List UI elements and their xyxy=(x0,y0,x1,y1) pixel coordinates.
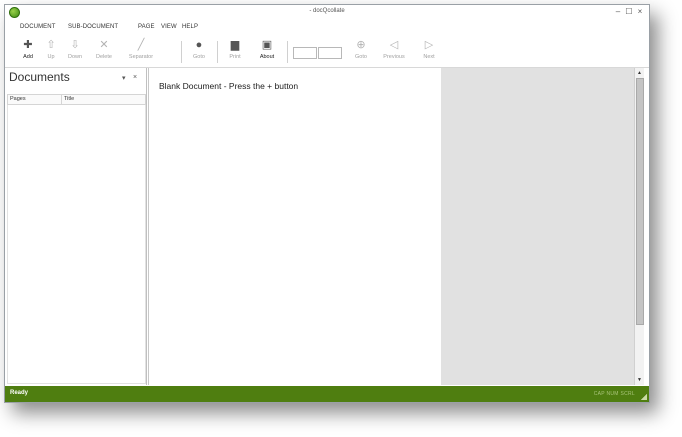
toolbar: ✚ Add ⇧ Up ⇩ Down ✕ Delete ╱ Separator ●… xyxy=(5,35,649,68)
toolbar-divider xyxy=(287,41,288,63)
goto-icon: ● xyxy=(195,39,203,51)
title-bar: - docQcollate – ☐ × xyxy=(5,5,649,21)
app-window: - docQcollate – ☐ × DOCUMENT SUB-DOCUMEN… xyxy=(4,4,650,403)
documents-panel: Documents ▾ × Pages Title xyxy=(5,68,147,385)
status-bar: Ready CAP NUM SCRL xyxy=(5,386,649,402)
delete-icon: ✕ xyxy=(99,39,109,51)
scrollbar-thumb[interactable] xyxy=(636,78,644,325)
document-view-background xyxy=(441,68,634,385)
maximize-button[interactable]: ☐ xyxy=(624,7,634,16)
resize-grip-icon[interactable] xyxy=(641,394,647,400)
next-icon: ▷ xyxy=(424,39,434,51)
menu-sub-document[interactable]: SUB-DOCUMENT xyxy=(68,24,118,30)
scroll-up-arrow-icon[interactable]: ▲ xyxy=(635,69,644,77)
menu-help[interactable]: HELP xyxy=(182,24,198,30)
print-button[interactable]: ▆ Print xyxy=(221,37,249,65)
scroll-down-arrow-icon[interactable]: ▼ xyxy=(635,376,644,384)
toolbar-divider xyxy=(181,41,182,63)
column-header-title[interactable]: Title xyxy=(64,96,74,102)
target-icon: ⊕ xyxy=(356,39,366,51)
previous-button[interactable]: ◁ Previous xyxy=(380,37,408,65)
toolbar-divider xyxy=(217,41,218,63)
keyboard-indicators: CAP NUM SCRL xyxy=(593,391,635,397)
previous-icon: ◁ xyxy=(389,39,399,51)
separator-button[interactable]: ╱ Separator xyxy=(127,37,155,65)
column-header-pages[interactable]: Pages xyxy=(10,96,26,102)
menu-bar: DOCUMENT SUB-DOCUMENT PAGE VIEW HELP xyxy=(5,22,649,34)
documents-list[interactable] xyxy=(7,105,146,384)
page-range-start-field[interactable] xyxy=(293,47,317,59)
pen-icon: ╱ xyxy=(137,39,145,51)
about-button[interactable]: ▣ About xyxy=(253,37,281,65)
down-button[interactable]: ⇩ Down xyxy=(61,37,89,65)
close-button[interactable]: × xyxy=(635,7,645,16)
documents-grid-header: Pages Title xyxy=(7,94,146,105)
menu-view[interactable]: VIEW xyxy=(161,24,177,30)
vertical-scrollbar[interactable]: ▲ ▼ xyxy=(634,68,644,385)
goto-page-button[interactable]: ⊕ Goto xyxy=(347,37,375,65)
documents-panel-title: Documents xyxy=(9,70,70,84)
page-range-end-field[interactable] xyxy=(318,47,342,59)
document-view[interactable]: Blank Document - Press the + button xyxy=(148,68,442,385)
menu-page[interactable]: PAGE xyxy=(138,24,155,30)
menu-document[interactable]: DOCUMENT xyxy=(20,24,55,30)
arrow-down-icon: ⇩ xyxy=(70,39,80,51)
blank-document-message: Blank Document - Press the + button xyxy=(159,81,299,91)
delete-button[interactable]: ✕ Delete xyxy=(90,37,118,65)
panel-pin-icon[interactable]: ▾ xyxy=(122,74,126,82)
panel-close-icon[interactable]: × xyxy=(133,74,137,81)
window-title: - docQcollate xyxy=(309,8,345,14)
goto-button[interactable]: ● Goto xyxy=(185,37,213,65)
print-icon: ▆ xyxy=(230,39,240,51)
status-text: Ready xyxy=(10,390,29,396)
minimize-button[interactable]: – xyxy=(613,7,623,16)
column-divider[interactable] xyxy=(61,95,62,104)
about-icon: ▣ xyxy=(261,39,273,51)
next-button[interactable]: ▷ Next xyxy=(415,37,443,65)
